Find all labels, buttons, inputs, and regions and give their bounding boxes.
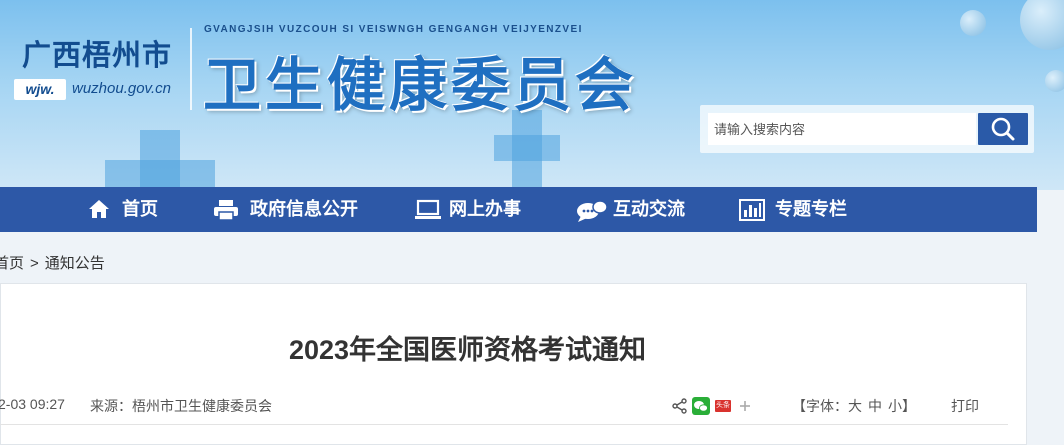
font-size-label: 【字体：: [792, 398, 848, 414]
print-button[interactable]: 打印: [951, 396, 979, 416]
home-icon: [89, 200, 109, 218]
nav-label: 互动交流: [613, 199, 685, 219]
search-icon: [991, 117, 1015, 141]
article-date: 2-03 09:27: [0, 396, 65, 412]
nav-label: 专题专栏: [775, 199, 847, 219]
zhuang-title: GVANGJSIH VUZCOUH SI VEISWNGH GENGANGH V…: [204, 24, 583, 35]
chat-bubble-icon: [577, 200, 608, 222]
bar-chart-icon: [739, 199, 765, 221]
breadcrumb-current-link[interactable]: 通知公告: [45, 255, 105, 272]
font-large-button[interactable]: 大: [848, 398, 862, 414]
org-title: 卫生健康委员会: [203, 51, 638, 119]
printer-icon: [214, 200, 238, 221]
toutiao-icon[interactable]: 头条: [715, 400, 731, 412]
site-domain: wuzhou.gov.cn: [72, 80, 171, 97]
nav-item-online-service[interactable]: 网上办事: [414, 187, 534, 232]
font-size-control: 【字体：大中小】: [792, 396, 916, 416]
wechat-icon[interactable]: [692, 397, 710, 415]
article-source: 来源：梧州市卫生健康委员会: [90, 398, 272, 414]
search-box: [700, 105, 1034, 153]
decorative-cross: [494, 135, 560, 161]
decorative-bubble: [1045, 70, 1064, 92]
nav-label: 网上办事: [449, 199, 521, 219]
decorative-bubble: [960, 10, 986, 36]
city-name: 广西梧州市: [22, 38, 173, 72]
nav-item-home[interactable]: 首页: [88, 187, 168, 232]
search-button[interactable]: [978, 113, 1028, 145]
nav-item-special-topics[interactable]: 专题专栏: [739, 187, 859, 232]
main-nav: 首页 政府信息公开 网上办事 互动交流 专题专栏: [0, 187, 1037, 232]
site-header: 广西梧州市 wjw. wuzhou.gov.cn GVANGJSIH VUZCO…: [0, 0, 1064, 190]
plus-icon[interactable]: [738, 399, 752, 413]
nav-label: 首页: [122, 199, 158, 219]
wjw-tag: wjw.: [14, 79, 66, 100]
breadcrumb: 首页 > 通知公告: [0, 252, 105, 273]
decorative-bubble: [1020, 0, 1064, 50]
article-title: 2023年全国医师资格考试通知: [288, 335, 647, 365]
nav-label: 政府信息公开: [250, 199, 358, 219]
search-input[interactable]: [708, 113, 976, 145]
share-icon[interactable]: [672, 398, 688, 414]
breadcrumb-home-link[interactable]: 首页: [0, 255, 24, 272]
meta-divider: [0, 424, 1008, 425]
nav-item-interaction[interactable]: 互动交流: [576, 187, 696, 232]
breadcrumb-separator: >: [30, 255, 39, 272]
font-size-bracket: 】: [902, 398, 916, 414]
nav-item-gov-info[interactable]: 政府信息公开: [213, 187, 363, 232]
font-small-button[interactable]: 小: [888, 398, 902, 414]
font-medium-button[interactable]: 中: [868, 398, 882, 414]
laptop-icon: [415, 199, 441, 219]
decorative-cross: [105, 160, 215, 190]
header-divider: [190, 28, 192, 110]
